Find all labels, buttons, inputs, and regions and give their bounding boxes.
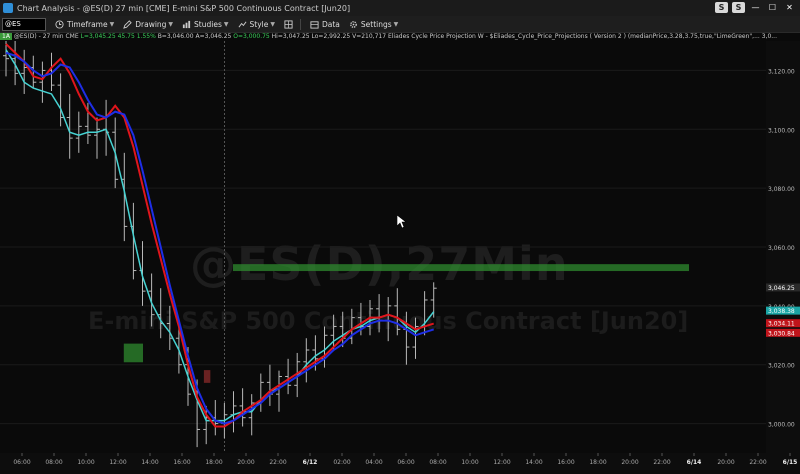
y-tick-label: 3,120.00 bbox=[768, 68, 795, 75]
link-s-button[interactable]: S bbox=[715, 2, 728, 13]
info-pct: 1.55% bbox=[136, 33, 156, 40]
y-tick-label: 3,000.00 bbox=[768, 422, 795, 429]
x-tick-label: 04:00 bbox=[365, 459, 382, 466]
data-label: Data bbox=[321, 19, 340, 29]
price-marker-label: 3,030.84 bbox=[768, 330, 795, 337]
settings-label: Settings bbox=[360, 19, 392, 29]
info-last: L=3,045.25 bbox=[80, 33, 116, 40]
info-volume: V=210,717 bbox=[352, 33, 387, 40]
style-icon bbox=[238, 21, 246, 27]
studies-label: Studies bbox=[194, 19, 222, 29]
drawing-menu[interactable]: Drawing ▼ bbox=[122, 20, 173, 29]
mouse-cursor-icon bbox=[397, 215, 407, 229]
x-tick-label: 08:00 bbox=[45, 459, 62, 466]
window-title: Chart Analysis - @ES(D) 27 min [CME] E-m… bbox=[17, 3, 351, 13]
style-menu[interactable]: Style ▼ bbox=[237, 20, 275, 29]
info-ask: A=3,046.25 bbox=[195, 33, 232, 40]
link-s2-button[interactable]: S bbox=[732, 2, 745, 13]
x-tick-label: 22:00 bbox=[653, 459, 670, 466]
toolbar-divider bbox=[299, 18, 301, 30]
chart-info-bar: 1A @ES(D) - 27 min CME L=3,045.25 45.75 … bbox=[0, 32, 800, 41]
x-tick-label: 16:00 bbox=[557, 459, 574, 466]
time-axis-labels: 06:00 08:00 10:00 12:00 14:00 16:00 18:00 20:00… bbox=[13, 453, 798, 466]
info-bid: B=3,046.00 bbox=[157, 33, 194, 40]
clock-icon bbox=[55, 19, 64, 29]
price-chart[interactable] bbox=[0, 41, 766, 453]
symbol-input[interactable]: @ES bbox=[2, 17, 46, 31]
y-tick-label: 3,100.00 bbox=[768, 127, 795, 134]
x-tick-label: 22:00 bbox=[749, 459, 766, 466]
x-tick-label: 6/15 bbox=[783, 459, 798, 466]
y-tick-label: 3,020.00 bbox=[768, 363, 795, 370]
info-study: Eliades Cycle Price Projection W - $Elia… bbox=[387, 33, 777, 40]
data-menu[interactable]: Data bbox=[309, 20, 340, 29]
info-change: 45.75 bbox=[117, 33, 135, 40]
projection-zone bbox=[203, 370, 211, 383]
x-tick-label: 10:00 bbox=[461, 459, 478, 466]
chevron-down-icon: ▼ bbox=[109, 20, 115, 28]
x-tick-label: 02:00 bbox=[333, 459, 350, 466]
x-tick-label: 18:00 bbox=[205, 459, 222, 466]
data-icon bbox=[310, 20, 319, 29]
x-tick-label: 12:00 bbox=[493, 459, 510, 466]
x-tick-label: 22:00 bbox=[269, 459, 286, 466]
close-button[interactable]: ✕ bbox=[783, 2, 796, 13]
studies-menu[interactable]: Studies ▼ bbox=[181, 19, 229, 29]
maximize-button[interactable]: ☐ bbox=[766, 2, 779, 13]
x-tick-label: 12:00 bbox=[109, 459, 126, 466]
x-tick-label: 14:00 bbox=[525, 459, 542, 466]
chevron-down-icon: ▼ bbox=[393, 20, 399, 28]
window-controls: S S — ☐ ✕ bbox=[715, 2, 796, 13]
toolbar: @ES Timeframe ▼ Drawing ▼ Studies ▼ Style ▼ … bbox=[0, 16, 800, 33]
info-low: Lo=2,992.25 bbox=[311, 33, 351, 40]
x-tick-label: 18:00 bbox=[589, 459, 606, 466]
info-open: O=3,000.75 bbox=[233, 33, 270, 40]
price-axis-labels: 3,120.003,100.003,080.003,060.003,040.00… bbox=[766, 68, 800, 429]
chart-plot-area[interactable]: @ES(D),27Min E-mini S&P 500 Continuous C… bbox=[0, 41, 766, 453]
x-tick-label: 6/14 bbox=[687, 459, 702, 466]
data-tag: 1A bbox=[0, 33, 12, 40]
info-high: Hi=3,047.25 bbox=[271, 33, 310, 40]
crosshair-tool[interactable] bbox=[283, 19, 294, 29]
settings-menu[interactable]: Settings ▼ bbox=[348, 20, 398, 29]
crosshair-icon bbox=[284, 19, 293, 29]
price-axis[interactable]: 3,120.003,100.003,080.003,060.003,040.00… bbox=[766, 41, 800, 453]
y-tick-label: 3,060.00 bbox=[768, 245, 795, 252]
style-label: Style bbox=[249, 19, 269, 29]
chevron-down-icon: ▼ bbox=[168, 20, 174, 28]
y-tick-label: 3,080.00 bbox=[768, 186, 795, 193]
chevron-down-icon: ▼ bbox=[223, 20, 229, 28]
x-tick-label: 16:00 bbox=[173, 459, 190, 466]
x-tick-label: 06:00 bbox=[13, 459, 30, 466]
projection-zone bbox=[123, 343, 144, 363]
x-tick-label: 20:00 bbox=[717, 459, 734, 466]
minimize-button[interactable]: — bbox=[749, 2, 762, 13]
price-marker-label: 3,034.11 bbox=[768, 321, 795, 328]
pencil-icon bbox=[123, 19, 132, 29]
projection-zone bbox=[233, 264, 689, 272]
gear-icon bbox=[350, 20, 357, 28]
info-symbol: @ES(D) - 27 min CME bbox=[13, 33, 79, 40]
app-icon bbox=[3, 3, 13, 13]
x-tick-label: 10:00 bbox=[77, 459, 94, 466]
price-marker-label: 3,046.25 bbox=[768, 285, 795, 292]
time-axis[interactable]: 06:00 08:00 10:00 12:00 14:00 16:00 18:00 20:00… bbox=[0, 453, 800, 470]
timeframe-label: Timeframe bbox=[67, 19, 108, 29]
x-tick-label: 14:00 bbox=[141, 459, 158, 466]
x-tick-label: 20:00 bbox=[237, 459, 254, 466]
x-tick-label: 6/12 bbox=[303, 459, 318, 466]
price-marker-label: 3,038.38 bbox=[768, 308, 795, 315]
drawing-label: Drawing bbox=[135, 19, 167, 29]
chevron-down-icon: ▼ bbox=[270, 20, 275, 28]
x-tick-label: 20:00 bbox=[621, 459, 638, 466]
x-tick-label: 06:00 bbox=[397, 459, 414, 466]
title-bar: Chart Analysis - @ES(D) 27 min [CME] E-m… bbox=[0, 0, 800, 16]
studies-icon bbox=[182, 20, 191, 28]
timeframe-menu[interactable]: Timeframe ▼ bbox=[54, 20, 114, 29]
x-tick-label: 08:00 bbox=[429, 459, 446, 466]
